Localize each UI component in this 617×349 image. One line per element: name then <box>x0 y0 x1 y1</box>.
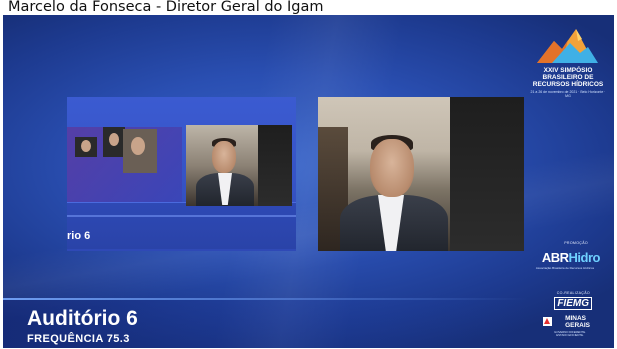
nested-video-2 <box>103 127 125 157</box>
auditorium-divider <box>3 298 528 300</box>
auditorium-title: Auditório 6 <box>27 307 138 330</box>
abrhidro-logo: ABRHidro <box>541 250 601 265</box>
symposium-logo-icon <box>537 29 598 63</box>
stream-stage: rio 6 XXIV SIMPÓSIO BRASILEIRO DE RECURS… <box>3 15 614 348</box>
symposium-subtitle: 21 a 26 de novembro de 2021 · Belo Horiz… <box>530 90 606 98</box>
fiemg-logo: FIEMG <box>554 297 592 310</box>
main-speaker-video[interactable] <box>318 97 524 251</box>
minas-gerais-logo: MINAS GERAIS <box>565 315 590 329</box>
corealization-label: CO-REALIZAÇÃO <box>556 291 590 295</box>
promotion-label: PROMOÇÃO <box>564 241 588 245</box>
symposium-title: XXIV SIMPÓSIO BRASILEIRO DE RECURSOS HÍD… <box>532 67 604 88</box>
abrhidro-subtitle: Associação Brasileira de Recursos Hídric… <box>535 266 595 270</box>
auditorium-frequency: FREQUÊNCIA 75.3 <box>27 333 130 345</box>
nested-video-3 <box>123 129 157 173</box>
speaker-face <box>370 139 414 197</box>
secondary-video[interactable] <box>186 125 292 206</box>
shared-screen-label: rio 6 <box>67 230 91 242</box>
nested-video-1 <box>75 137 97 157</box>
minas-gerais-slogan: GOVERNO DIFERENTE. ESTADO EFICIENTE. <box>554 330 586 338</box>
minas-gerais-icon <box>543 317 552 326</box>
